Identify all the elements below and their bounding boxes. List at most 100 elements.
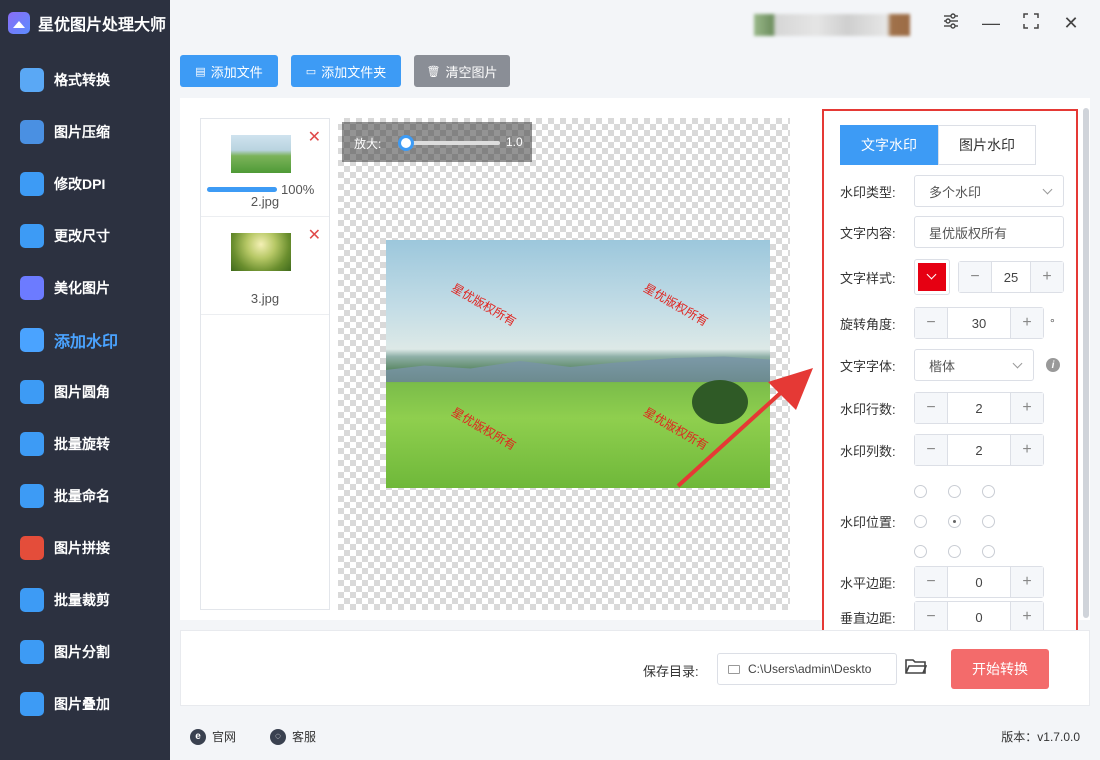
sidebar-item-label: 批量旋转	[54, 436, 110, 452]
sidebar-nav: 格式转换 图片压缩 修改DPI 更改尺寸美化图片添加水印图片圆角批量旋转批量命名图片拼…	[0, 54, 170, 730]
minimize-icon[interactable]: —	[980, 12, 1002, 34]
position-radio-center[interactable]	[948, 515, 961, 528]
sidebar-item[interactable]: 格式转换	[0, 54, 170, 106]
title-bar: — ✕	[170, 0, 1100, 46]
sidebar-item[interactable]: 更改尺寸	[0, 210, 170, 262]
watermark-tabs: 文字水印 图片水印	[840, 125, 1036, 165]
decrease-button[interactable]: −	[915, 308, 947, 338]
zoom-slider-handle[interactable]	[398, 135, 414, 151]
crop-icon	[20, 588, 44, 612]
close-icon[interactable]: ✕	[1060, 12, 1082, 34]
decrease-button[interactable]: −	[915, 393, 947, 423]
font-size-value[interactable]: 25	[991, 262, 1031, 292]
color-picker[interactable]	[914, 259, 950, 295]
tab-text-watermark[interactable]: 文字水印	[840, 125, 938, 165]
file-item[interactable]: ✕ 3.jpg	[201, 217, 329, 315]
rows-row: 水印行数: − 2 +	[840, 392, 1044, 424]
sidebar-item[interactable]: 批量旋转	[0, 418, 170, 470]
font-value: 楷体	[929, 358, 956, 374]
cols-label: 水印列数:	[840, 443, 896, 459]
sidebar-item[interactable]: 图片分割	[0, 626, 170, 678]
position-radio-top-right[interactable]	[982, 485, 995, 498]
sidebar-item[interactable]: 添加水印	[0, 314, 170, 366]
rotate-value[interactable]: 30	[947, 308, 1011, 338]
v-margin-value[interactable]: 0	[947, 602, 1011, 632]
zoom-slider-track[interactable]	[404, 141, 500, 145]
sidebar-item[interactable]: 图片圆角	[0, 366, 170, 418]
delete-file-icon[interactable]: ✕	[308, 225, 321, 245]
position-radio-top-center[interactable]	[948, 485, 961, 498]
customer-service-link[interactable]: ◌ 客服	[270, 728, 316, 745]
sidebar-item-label: 图片拼接	[54, 540, 110, 556]
position-radio-bottom-left[interactable]	[914, 545, 927, 558]
output-bar: 保存目录: C:\Users\admin\Deskto 开始转换	[180, 630, 1090, 706]
color-swatch	[918, 263, 946, 291]
footer: e 官网 ◌ 客服 版本：v1.7.0.0	[170, 718, 1100, 754]
position-radio-middle-right[interactable]	[982, 515, 995, 528]
increase-button[interactable]: +	[1011, 602, 1043, 632]
panel-scrollbar[interactable]	[1083, 108, 1089, 618]
maximize-icon[interactable]	[1020, 12, 1042, 34]
file-name: 3.jpg	[250, 291, 280, 306]
decrease-button[interactable]: −	[915, 435, 947, 465]
file-progress-bar	[207, 187, 277, 192]
decrease-button[interactable]: −	[915, 602, 947, 632]
save-dir-input[interactable]: C:\Users\admin\Deskto	[717, 653, 897, 685]
official-site-link[interactable]: e 官网	[190, 728, 236, 745]
red-arrow-icon	[676, 368, 813, 488]
sidebar-item[interactable]: 批量裁剪	[0, 574, 170, 626]
add-file-label: 添加文件	[210, 64, 263, 80]
app-logo-icon	[8, 12, 30, 34]
delete-file-icon[interactable]: ✕	[308, 127, 321, 147]
watermark-type-row: 水印类型: 多个水印	[840, 175, 1064, 207]
increase-button[interactable]: +	[1011, 567, 1043, 597]
sidebar-item-label: 图片叠加	[54, 696, 110, 712]
rows-value[interactable]: 2	[947, 393, 1011, 423]
sidebar-item[interactable]: 图片拼接	[0, 522, 170, 574]
zoom-label: 放大:	[354, 137, 382, 151]
file-item[interactable]: ✕ 100% 2.jpg	[201, 119, 329, 217]
h-margin-value[interactable]: 0	[947, 567, 1011, 597]
folder-icon: ▭	[305, 65, 317, 78]
decrease-button[interactable]: −	[915, 567, 947, 597]
sidebar-item-label: 图片圆角	[54, 384, 110, 400]
resize-icon	[20, 224, 44, 248]
sidebar-item[interactable]: 批量命名	[0, 470, 170, 522]
add-file-button[interactable]: ▤ 添加文件	[180, 55, 278, 87]
add-folder-button[interactable]: ▭ 添加文件夹	[291, 55, 401, 87]
font-select[interactable]: 楷体	[914, 349, 1034, 381]
sidebar-item-label: 美化图片	[54, 280, 110, 296]
watermark-type-label: 水印类型:	[840, 184, 896, 200]
text-content-input[interactable]: 星优版权所有	[914, 216, 1064, 248]
sidebar-item[interactable]: 图片叠加	[0, 678, 170, 730]
watermark-text: 星优版权所有	[641, 280, 711, 329]
increase-button[interactable]: +	[1031, 262, 1063, 292]
clear-images-button[interactable]: 🗑 清空图片	[414, 55, 510, 87]
settings-icon[interactable]	[940, 12, 962, 34]
chat-icon: ◌	[270, 728, 286, 745]
folder-icon	[728, 665, 740, 674]
start-convert-button[interactable]: 开始转换	[951, 649, 1049, 689]
position-radio-bottom-right[interactable]	[982, 545, 995, 558]
open-folder-icon[interactable]	[905, 657, 927, 675]
increase-button[interactable]: +	[1011, 308, 1043, 338]
position-radio-top-left[interactable]	[914, 485, 927, 498]
info-icon[interactable]: i	[1046, 358, 1060, 372]
position-radio-middle-left[interactable]	[914, 515, 927, 528]
decrease-button[interactable]: −	[959, 262, 991, 292]
sidebar-item[interactable]: 修改DPI	[0, 158, 170, 210]
rounded-corner-icon	[20, 380, 44, 404]
sidebar-item[interactable]: 美化图片	[0, 262, 170, 314]
sidebar-item-label: 批量裁剪	[54, 592, 110, 608]
position-radio-bottom-center[interactable]	[948, 545, 961, 558]
increase-button[interactable]: +	[1011, 435, 1043, 465]
text-content-row: 文字内容: 星优版权所有	[840, 216, 1064, 248]
watermark-type-value: 多个水印	[929, 184, 982, 200]
user-avatar[interactable]	[754, 14, 910, 36]
sidebar-item[interactable]: 图片压缩	[0, 106, 170, 158]
cols-value[interactable]: 2	[947, 435, 1011, 465]
increase-button[interactable]: +	[1011, 393, 1043, 423]
watermark-type-select[interactable]: 多个水印	[914, 175, 1064, 207]
tab-image-watermark[interactable]: 图片水印	[938, 125, 1036, 165]
dpi-icon	[20, 172, 44, 196]
